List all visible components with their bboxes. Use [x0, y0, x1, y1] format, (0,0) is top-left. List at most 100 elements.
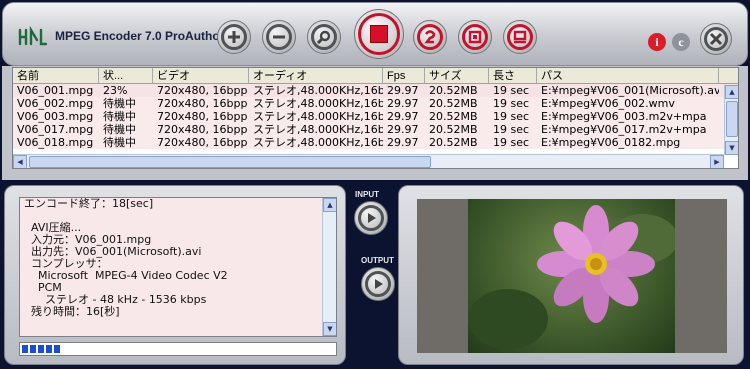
- add-icon: [228, 31, 240, 43]
- table-cell: 720x480, 16bpp: [157, 110, 248, 123]
- table-cell: 720x480, 16bpp: [157, 97, 248, 110]
- file-list-panel: 名前 状... ビデオ オーディオ Fps サイズ 長さ パス V06_001.mpg 23% 7…: [2, 66, 748, 180]
- table-cell: 29.97: [387, 97, 419, 110]
- table-cell: 待機中: [103, 136, 136, 149]
- stop-icon: [370, 25, 388, 43]
- list-rows: V06_001.mpg 23% 720x480, 16bpp ステレオ,48.000K…: [13, 84, 738, 149]
- list-header: 名前 状... ビデオ オーディオ Fps サイズ 長さ パス: [13, 68, 738, 84]
- play-icon: [375, 279, 383, 289]
- table-cell: 19 sec: [493, 97, 530, 110]
- flower-image: [468, 205, 675, 349]
- table-cell: 23%: [103, 84, 128, 97]
- add-button[interactable]: [217, 20, 251, 54]
- table-cell: 720x480, 16bpp: [157, 136, 248, 149]
- table-cell: 19 sec: [493, 84, 530, 97]
- toolbar: MPEG Encoder 7.0 ProAuthor i c: [2, 2, 748, 66]
- video-preview: [417, 199, 727, 353]
- column-header[interactable]: Fps: [383, 68, 425, 83]
- table-cell: ステレオ,48.000KHz,16bit: [253, 136, 383, 149]
- table-row[interactable]: V06_018.mpg 待機中 720x480, 16bpp ステレオ,48.000K…: [13, 136, 738, 149]
- info-icon[interactable]: i: [648, 33, 666, 51]
- app-title: MPEG Encoder 7.0 ProAuthor: [55, 29, 225, 43]
- close-icon: [709, 32, 723, 46]
- table-row[interactable]: V06_017.mpg 待機中 720x480, 16bpp ステレオ,48.000K…: [13, 123, 738, 136]
- preview-panel: [398, 185, 744, 365]
- table-cell: 待機中: [103, 110, 136, 123]
- table-cell: 待機中: [103, 97, 136, 110]
- log-line: 残り時間：16[秒]: [24, 305, 120, 318]
- scroll-up-icon[interactable]: ▲: [323, 198, 336, 212]
- table-cell: 19 sec: [493, 136, 530, 149]
- vertical-scroll-thumb[interactable]: [726, 101, 738, 137]
- scroll-up-icon[interactable]: ▲: [725, 85, 738, 99]
- stop-button[interactable]: [354, 9, 404, 59]
- log-line: エンコード終了：18[sec]: [24, 197, 154, 210]
- close-button[interactable]: [700, 23, 732, 55]
- table-cell: 20.52MB: [429, 123, 478, 136]
- column-header[interactable]: 名前: [13, 68, 99, 83]
- list-vertical-scrollbar[interactable]: ▲ ▼: [724, 85, 738, 155]
- table-cell: 720x480, 16bpp: [157, 123, 248, 136]
- scroll-down-icon[interactable]: ▼: [725, 141, 738, 155]
- scroll-right-icon[interactable]: ▶: [710, 155, 724, 168]
- table-cell: 29.97: [387, 110, 419, 123]
- output-button[interactable]: [503, 20, 537, 54]
- column-header[interactable]: オーディオ: [249, 68, 383, 83]
- app-window: MPEG Encoder 7.0 ProAuthor i c 名前 状... ビ…: [0, 0, 750, 369]
- progress-segment: [30, 345, 36, 353]
- input-play-button[interactable]: [354, 201, 388, 235]
- output-play-button[interactable]: [361, 267, 395, 301]
- log-line: Microsoft MPEG-4 Video Codec V2: [24, 269, 228, 282]
- crop-button[interactable]: [458, 20, 492, 54]
- table-cell: 29.97: [387, 84, 419, 97]
- column-header[interactable]: 状...: [99, 68, 153, 83]
- settings-button[interactable]: [307, 20, 341, 54]
- log-text[interactable]: エンコード終了：18[sec] AVI圧縮... 入力元：V06_001.mpg…: [19, 197, 337, 337]
- table-cell: 20.52MB: [429, 110, 478, 123]
- remove-button[interactable]: [262, 20, 296, 54]
- log-panel: エンコード終了：18[sec] AVI圧縮... 入力元：V06_001.mpg…: [4, 185, 346, 365]
- table-cell: 29.97: [387, 136, 419, 149]
- table-row[interactable]: V06_001.mpg 23% 720x480, 16bpp ステレオ,48.000K…: [13, 84, 738, 97]
- scroll-down-icon[interactable]: ▼: [323, 322, 336, 336]
- table-row[interactable]: V06_003.mpg 待機中 720x480, 16bpp ステレオ,48.000K…: [13, 110, 738, 123]
- output-label: OUTPUT: [361, 256, 394, 265]
- column-header[interactable]: ビデオ: [153, 68, 249, 83]
- crop-icon: [468, 30, 482, 44]
- table-cell: 720x480, 16bpp: [157, 84, 248, 97]
- table-cell: E:¥mpeg¥V06_017.m2v+mpa: [541, 123, 707, 136]
- table-row[interactable]: V06_002.mpg 待機中 720x480, 16bpp ステレオ,48.000K…: [13, 97, 738, 110]
- table-cell: 29.97: [387, 123, 419, 136]
- table-cell: 20.52MB: [429, 84, 478, 97]
- file-list: 名前 状... ビデオ オーディオ Fps サイズ 長さ パス V06_001.mpg 23% 7…: [12, 67, 739, 169]
- table-cell: V06_001.mpg: [17, 84, 94, 97]
- scroll-left-icon[interactable]: ◀: [13, 155, 27, 168]
- table-cell: 19 sec: [493, 123, 530, 136]
- log-scrollbar[interactable]: ▲ ▼: [322, 198, 336, 336]
- table-cell: V06_017.mpg: [17, 123, 94, 136]
- table-cell: V06_018.mpg: [17, 136, 94, 149]
- table-cell: E:¥mpeg¥V06_0182.mpg: [541, 136, 681, 149]
- horizontal-scroll-thumb[interactable]: [29, 156, 431, 168]
- column-header[interactable]: 長さ: [489, 68, 537, 83]
- table-cell: E:¥mpeg¥V06_003.m2v+mpa: [541, 110, 707, 123]
- progress-segment: [38, 345, 44, 353]
- table-cell: 20.52MB: [429, 97, 478, 110]
- video-frame: [468, 199, 675, 353]
- encode-progress-bar: [19, 342, 337, 356]
- remove-icon: [273, 35, 285, 39]
- table-cell: E:¥mpeg¥V06_002.wmv: [541, 97, 675, 110]
- table-cell: ステレオ,48.000KHz,16bit: [253, 97, 383, 110]
- table-cell: 待機中: [103, 123, 136, 136]
- table-cell: ステレオ,48.000KHz,16bit: [253, 123, 383, 136]
- output-icon: [513, 30, 527, 44]
- table-cell: 20.52MB: [429, 136, 478, 149]
- table-cell: V06_003.mpg: [17, 110, 94, 123]
- encode-button[interactable]: [413, 20, 447, 54]
- column-header[interactable]: サイズ: [425, 68, 489, 83]
- list-horizontal-scrollbar[interactable]: ◀ ▶: [13, 154, 724, 168]
- encode-icon: [424, 30, 436, 44]
- progress-segment: [46, 345, 52, 353]
- copyright-icon[interactable]: c: [672, 33, 690, 51]
- column-header[interactable]: パス: [537, 68, 719, 83]
